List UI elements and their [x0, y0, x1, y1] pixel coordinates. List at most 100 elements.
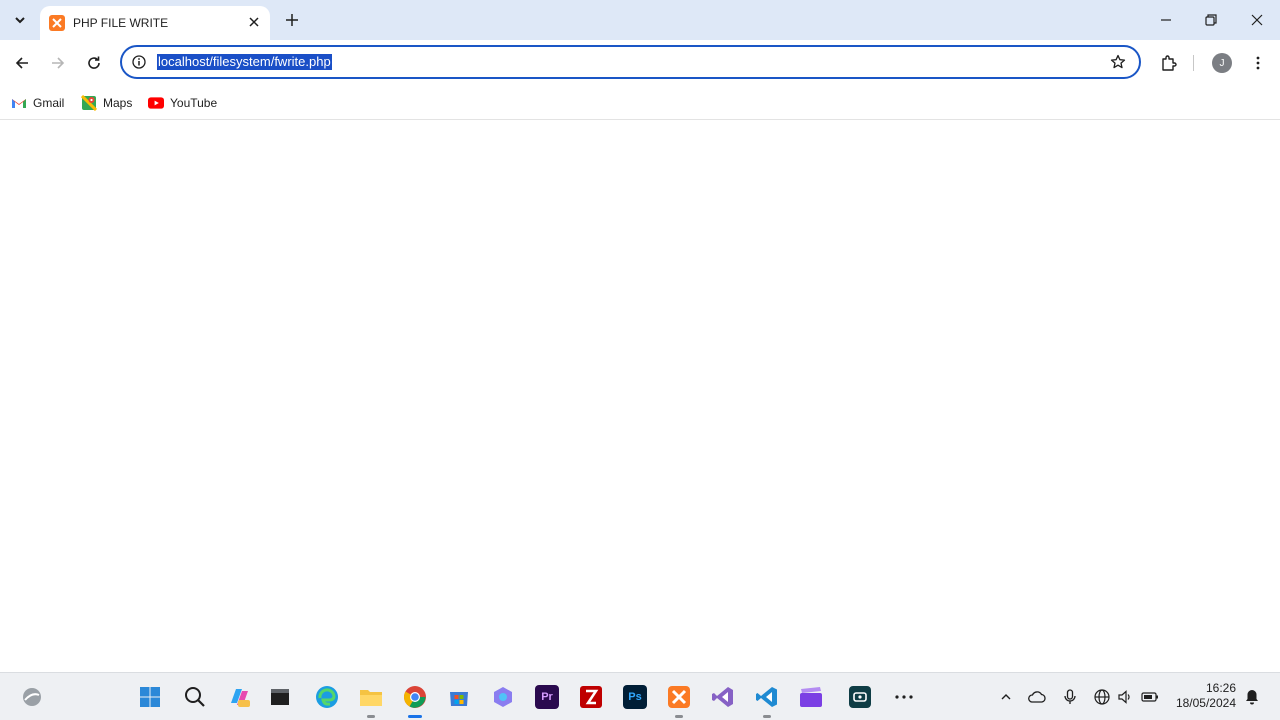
arrow-right-icon [52, 57, 65, 69]
volume-button[interactable] [1115, 687, 1135, 707]
forward-button[interactable] [46, 51, 70, 75]
menu-button[interactable] [1246, 51, 1270, 75]
tab-active[interactable]: PHP FILE WRITE [40, 6, 270, 40]
photoshop-button[interactable]: Ps [621, 683, 649, 711]
arrow-left-icon [15, 57, 28, 69]
browser-toolbar: localhost/filesystem/fwrite.php J [0, 40, 1280, 86]
visual-studio-icon [712, 687, 733, 707]
store-icon [450, 692, 468, 706]
restore-button[interactable] [1196, 6, 1226, 34]
youtube-icon [148, 95, 164, 111]
bookmark-gmail[interactable]: Gmail [11, 92, 64, 114]
recorder-icon [849, 686, 871, 708]
file-explorer-button[interactable] [357, 683, 385, 718]
chevron-down-icon [15, 17, 25, 24]
close-window-button[interactable] [1242, 6, 1272, 34]
more-apps-button[interactable] [890, 683, 918, 711]
bookmark-star-button[interactable] [1109, 53, 1127, 71]
filezilla-button[interactable] [577, 683, 605, 711]
screen-recorder-button[interactable] [846, 683, 874, 711]
url-text[interactable]: localhost/filesystem/fwrite.php [157, 54, 332, 70]
photos-icon [494, 687, 512, 707]
xampp-button[interactable] [665, 683, 693, 718]
tab-title: PHP FILE WRITE [73, 16, 169, 30]
widgets-button[interactable] [18, 683, 46, 711]
store-button[interactable] [445, 683, 473, 711]
close-icon [1251, 14, 1263, 26]
bookmark-label: Gmail [33, 96, 65, 110]
site-info-button[interactable] [130, 53, 148, 71]
back-button[interactable] [10, 51, 34, 75]
gmail-icon [11, 95, 27, 111]
edge-button[interactable] [313, 683, 341, 711]
terminal-icon [271, 689, 289, 705]
clock[interactable]: 16:26 18/05/2024 [1168, 681, 1236, 711]
minimize-icon [1161, 19, 1171, 21]
battery-icon [1141, 692, 1158, 702]
speaker-icon [1118, 690, 1130, 704]
tab-search-button[interactable] [8, 8, 32, 32]
reload-icon [88, 56, 100, 69]
start-button[interactable] [136, 683, 164, 711]
clipchamp-button[interactable] [797, 683, 825, 711]
xampp-icon [668, 686, 690, 708]
puzzle-icon [1162, 55, 1177, 71]
globe-icon [1094, 689, 1110, 705]
bookmarks-bar: Gmail Maps YouTube [0, 86, 1280, 120]
filezilla-icon [580, 686, 602, 708]
search-button[interactable] [181, 683, 209, 711]
more-icon [895, 695, 913, 699]
bookmark-youtube[interactable]: YouTube [148, 92, 217, 114]
restore-icon [1205, 14, 1217, 26]
battery-button[interactable] [1140, 687, 1160, 707]
tab-strip: PHP FILE WRITE [0, 0, 1280, 40]
chrome-icon [404, 686, 426, 708]
maps-icon [81, 95, 97, 111]
active-indicator [408, 715, 422, 718]
cloud-icon [1028, 691, 1046, 703]
new-tab-button[interactable] [281, 9, 303, 31]
kebab-menu-icon [1256, 56, 1260, 70]
bookmark-maps[interactable]: Maps [81, 92, 132, 114]
copilot-button[interactable] [225, 683, 253, 711]
address-bar[interactable]: localhost/filesystem/fwrite.php [120, 45, 1141, 79]
bookmark-label: Maps [103, 96, 133, 110]
onedrive-button[interactable] [1027, 687, 1047, 707]
reload-button[interactable] [82, 51, 106, 75]
widgets-icon [23, 688, 41, 706]
visual-studio-button[interactable] [709, 683, 737, 711]
minimize-button[interactable] [1151, 6, 1181, 34]
xampp-favicon-icon [49, 15, 65, 31]
photoshop-icon: Ps [623, 685, 647, 709]
taskbar: Pr Ps 16:26 18/05/2024 [0, 672, 1280, 720]
extensions-button[interactable] [1157, 51, 1181, 75]
premiere-button[interactable]: Pr [533, 683, 561, 711]
network-button[interactable] [1092, 687, 1112, 707]
clock-date: 18/05/2024 [1175, 696, 1236, 710]
running-indicator [367, 715, 375, 718]
terminal-button[interactable] [266, 683, 294, 711]
chevron-up-icon [1001, 694, 1011, 700]
search-icon [185, 687, 205, 707]
tray-overflow-button[interactable] [996, 687, 1016, 707]
clipchamp-icon [800, 687, 822, 707]
premiere-icon: Pr [535, 685, 559, 709]
folder-icon [360, 690, 382, 706]
toolbar-divider [1193, 55, 1194, 71]
vscode-button[interactable] [753, 683, 781, 718]
copilot-icon [231, 689, 250, 707]
plus-icon [286, 14, 298, 26]
tab-close-button[interactable] [245, 13, 263, 31]
edge-icon [316, 686, 338, 708]
microphone-button[interactable] [1060, 687, 1080, 707]
bookmark-label: YouTube [170, 96, 218, 110]
photos-button[interactable] [489, 683, 517, 711]
chrome-button[interactable] [401, 683, 429, 718]
notifications-button[interactable] [1242, 687, 1262, 707]
running-indicator [763, 715, 771, 718]
bell-icon [1246, 690, 1258, 705]
profile-avatar[interactable]: J [1212, 53, 1232, 73]
vscode-icon [756, 687, 777, 707]
clock-time: 16:26 [1205, 681, 1236, 695]
star-icon [1110, 54, 1126, 69]
